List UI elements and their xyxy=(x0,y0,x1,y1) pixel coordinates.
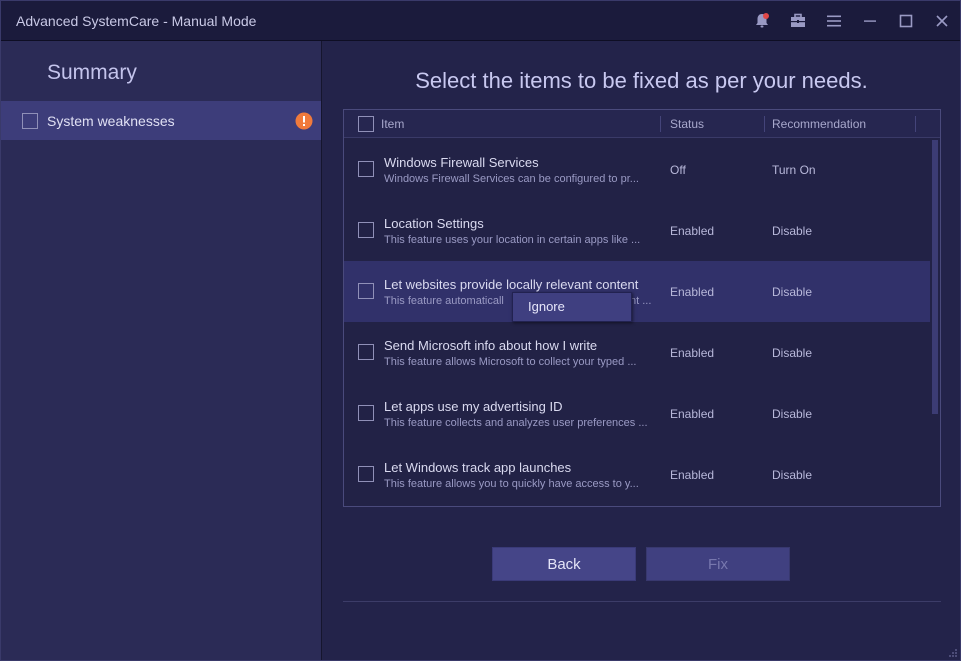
row-status: Enabled xyxy=(670,224,715,238)
table-scrollbar[interactable] xyxy=(932,140,938,414)
sidebar: Summary System weaknesses xyxy=(1,41,322,660)
select-all-checkbox[interactable] xyxy=(358,116,374,132)
row-title: Let websites provide locally relevant co… xyxy=(384,277,639,292)
context-menu: Ignore xyxy=(512,292,632,322)
table-row[interactable]: Let apps use my advertising ID This feat… xyxy=(344,383,930,444)
row-title: Send Microsoft info about how I write xyxy=(384,338,598,353)
row-title: Let apps use my advertising ID xyxy=(384,399,563,414)
maximize-icon[interactable] xyxy=(893,9,919,33)
row-status: Enabled xyxy=(670,468,715,482)
row-description: This feature uses your location in certa… xyxy=(384,234,641,246)
row-recommendation: Disable xyxy=(772,407,813,421)
sidebar-title: Summary xyxy=(47,61,137,84)
row-recommendation: Disable xyxy=(772,346,813,360)
column-header-item[interactable]: Item xyxy=(381,117,404,131)
row-checkbox[interactable] xyxy=(358,405,374,421)
title-bar: Advanced SystemCare - Manual Mode xyxy=(1,1,960,41)
row-recommendation: Disable xyxy=(772,224,813,238)
page-heading: Select the items to be fixed as per your… xyxy=(415,68,868,93)
table-row[interactable]: Let Windows track app launches This feat… xyxy=(344,444,930,505)
column-header-status[interactable]: Status xyxy=(670,117,704,131)
table-header: Item Status Recommendation xyxy=(344,110,940,138)
column-separator xyxy=(764,116,765,132)
sidebar-item-system-weaknesses[interactable]: System weaknesses xyxy=(1,101,321,140)
resize-grip-icon[interactable] xyxy=(948,648,958,658)
row-title: Let Windows track app launches xyxy=(384,460,572,475)
column-separator xyxy=(660,116,661,132)
app-window: Advanced SystemCare - Manual Mode Summar… xyxy=(0,0,961,661)
sidebar-item-label: System weaknesses xyxy=(47,113,175,129)
row-checkbox[interactable] xyxy=(358,466,374,482)
row-recommendation: Turn On xyxy=(772,163,816,177)
table-row[interactable]: Windows Firewall Services Windows Firewa… xyxy=(344,139,930,200)
row-description: This feature allows you to quickly have … xyxy=(384,478,639,490)
row-status: Enabled xyxy=(670,346,715,360)
row-status: Off xyxy=(670,163,686,177)
row-description-tail: nt ... xyxy=(630,295,652,307)
minimize-icon[interactable] xyxy=(857,9,883,33)
row-description: This feature allows Microsoft to collect… xyxy=(384,356,637,368)
table-row[interactable]: Send Microsoft info about how I write Th… xyxy=(344,322,930,383)
context-menu-ignore[interactable]: Ignore xyxy=(513,293,631,321)
table-row[interactable]: Location Settings This feature uses your… xyxy=(344,200,930,261)
table-row[interactable]: Let websites provide locally relevant co… xyxy=(344,261,930,322)
back-button[interactable]: Back xyxy=(492,547,636,581)
menu-icon[interactable] xyxy=(821,9,847,33)
close-icon[interactable] xyxy=(929,9,955,33)
row-description: Windows Firewall Services can be configu… xyxy=(384,173,639,185)
row-recommendation: Disable xyxy=(772,468,813,482)
row-checkbox[interactable] xyxy=(358,161,374,177)
window-title: Advanced SystemCare - Manual Mode xyxy=(16,13,257,29)
toolbox-icon[interactable] xyxy=(785,9,811,33)
fix-button[interactable]: Fix xyxy=(646,547,790,581)
row-title: Location Settings xyxy=(384,216,484,231)
row-status: Enabled xyxy=(670,285,715,299)
notification-bell-icon[interactable] xyxy=(749,9,775,33)
row-recommendation: Disable xyxy=(772,285,813,299)
row-checkbox[interactable] xyxy=(358,222,374,238)
warning-icon xyxy=(295,112,313,130)
fix-items-table: Item Status Recommendation Windows Firew… xyxy=(343,109,941,507)
row-checkbox[interactable] xyxy=(358,344,374,360)
row-description: This feature collects and analyzes user … xyxy=(384,417,648,429)
row-status: Enabled xyxy=(670,407,715,421)
column-header-recommendation[interactable]: Recommendation xyxy=(772,117,866,131)
column-separator xyxy=(915,116,916,132)
sidebar-item-checkbox[interactable] xyxy=(22,113,38,129)
row-title: Windows Firewall Services xyxy=(384,155,539,170)
main-panel: Select the items to be fixed as per your… xyxy=(323,41,960,660)
row-checkbox[interactable] xyxy=(358,283,374,299)
divider xyxy=(343,601,941,602)
